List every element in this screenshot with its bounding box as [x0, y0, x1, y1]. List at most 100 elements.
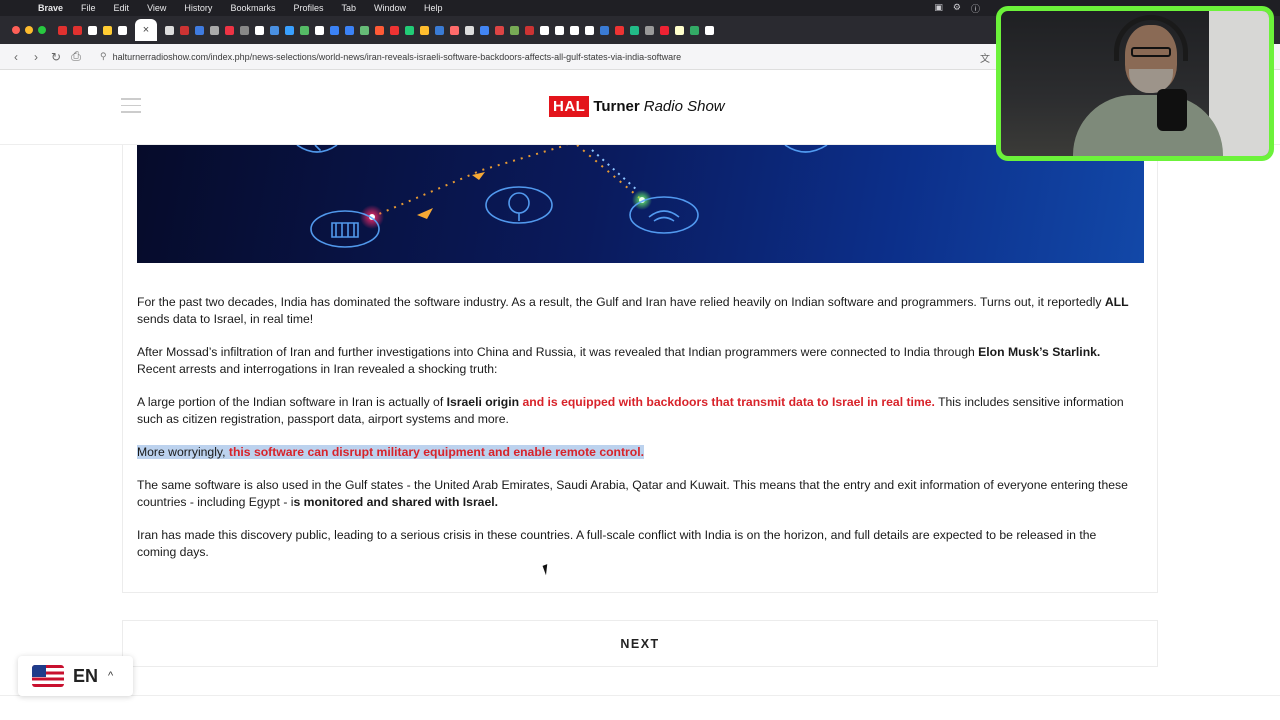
- language-selector[interactable]: EN ^: [18, 656, 133, 696]
- menu-file[interactable]: File: [81, 3, 96, 13]
- forward-icon[interactable]: ›: [26, 50, 46, 64]
- menu-window[interactable]: Window: [374, 3, 406, 13]
- tab-favicon-icon[interactable]: [360, 25, 369, 35]
- back-icon[interactable]: ‹: [6, 50, 26, 64]
- text-span: After Mossad’s infiltration of Iran and …: [137, 345, 979, 359]
- tab-favicon-icon[interactable]: [510, 25, 519, 35]
- url-field[interactable]: ⚲ halturnerradioshow.com/index.php/news-…: [100, 51, 681, 62]
- article-card: For the past two decades, India has domi…: [122, 145, 1158, 593]
- microphone-icon: [1157, 89, 1187, 131]
- tab-favicon-icon[interactable]: [555, 25, 564, 35]
- tab-favicon-icon[interactable]: [180, 25, 189, 35]
- menu-tab[interactable]: Tab: [341, 3, 356, 13]
- status-icons: ▣ ⚙ ⓘ: [934, 2, 980, 15]
- network-illustration: [296, 145, 828, 248]
- site-settings-icon[interactable]: ⚲: [100, 51, 107, 62]
- menu-profiles[interactable]: Profiles: [293, 3, 323, 13]
- tab-favicon-icon[interactable]: [58, 25, 67, 35]
- tab-favicon-icon[interactable]: [103, 25, 112, 35]
- url-text: halturnerradioshow.com/index.php/news-se…: [112, 51, 682, 62]
- tab-favicon-icon[interactable]: [480, 25, 489, 35]
- text-span: More worryingly,: [137, 445, 229, 459]
- footer-divider: [0, 695, 1280, 696]
- menu-help[interactable]: Help: [424, 3, 443, 13]
- red-emphasis-text: and is equipped with backdoors that tran…: [519, 395, 935, 409]
- presenter-body: [1073, 95, 1223, 156]
- bold-text: ALL: [1104, 295, 1129, 309]
- tab-favicon-icon[interactable]: [630, 25, 639, 35]
- article-paragraph-1: For the past two decades, India has domi…: [137, 294, 1137, 328]
- tab-favicon-icon[interactable]: [118, 25, 127, 35]
- tab-favicon-icon[interactable]: [88, 25, 97, 35]
- article-paragraph-2: After Mossad’s infiltration of Iran and …: [137, 344, 1137, 378]
- active-tab[interactable]: ×: [135, 19, 157, 41]
- tab-favicon-icon[interactable]: [465, 25, 474, 35]
- menu-icon[interactable]: [121, 98, 141, 118]
- text-span: The same software is also used in the Gu…: [137, 478, 1128, 509]
- article-paragraph-3: A large portion of the Indian software i…: [137, 394, 1137, 428]
- close-window-button[interactable]: [12, 26, 20, 34]
- menu-history[interactable]: History: [184, 3, 212, 13]
- tab-favicon-icon[interactable]: [525, 25, 534, 35]
- tab-favicon-icon[interactable]: [645, 25, 654, 35]
- webcam-overlay: [996, 6, 1274, 161]
- tab-favicon-icon[interactable]: [690, 25, 699, 35]
- tab-favicon-icon[interactable]: [240, 25, 249, 35]
- tab-favicon-icon[interactable]: [390, 25, 399, 35]
- text-span: A large portion of the Indian software i…: [137, 395, 447, 409]
- reload-icon[interactable]: ↻: [46, 50, 66, 64]
- logo-turner: Turner: [593, 98, 640, 115]
- tab-favicon-icon[interactable]: [540, 25, 549, 35]
- window-controls: [12, 26, 46, 34]
- tab-favicon-icon[interactable]: [435, 25, 444, 35]
- language-code: EN: [73, 665, 99, 686]
- tab-favicon-icon[interactable]: [285, 25, 294, 35]
- menu-view[interactable]: View: [147, 3, 166, 13]
- tab-favicon-icon[interactable]: [300, 25, 309, 35]
- tab-favicon-icon[interactable]: [705, 25, 714, 35]
- tab-favicon-icon[interactable]: [330, 25, 339, 35]
- pinned-tabs: ×: [58, 19, 714, 41]
- settings-icon[interactable]: ⚙: [953, 2, 961, 15]
- text-span: sends data to Israel, in real time!: [137, 312, 314, 326]
- tab-favicon-icon[interactable]: [345, 25, 354, 35]
- us-flag-icon: [32, 665, 64, 687]
- tab-favicon-icon[interactable]: [405, 25, 414, 35]
- tab-favicon-icon[interactable]: [420, 25, 429, 35]
- tab-favicon-icon[interactable]: [315, 25, 324, 35]
- chevron-up-icon: ^: [108, 670, 114, 682]
- tab-favicon-icon[interactable]: [600, 25, 609, 35]
- tab-favicon-icon[interactable]: [165, 25, 174, 35]
- menu-edit[interactable]: Edit: [114, 3, 130, 13]
- tab-favicon-icon[interactable]: [255, 25, 264, 35]
- tab-favicon-icon[interactable]: [195, 25, 204, 35]
- bold-text: Israeli origin: [446, 395, 520, 409]
- article-paragraph-6: Iran has made this discovery public, lea…: [137, 528, 1097, 559]
- info-icon[interactable]: ⓘ: [971, 2, 980, 15]
- tab-favicon-icon[interactable]: [570, 25, 579, 35]
- text-span: For the past two decades, India has domi…: [137, 295, 1105, 309]
- tab-favicon-icon[interactable]: [660, 25, 669, 35]
- tab-favicon-icon[interactable]: [73, 25, 82, 35]
- tab-favicon-icon[interactable]: [585, 25, 594, 35]
- article-body: For the past two decades, India has domi…: [137, 294, 1137, 577]
- tab-favicon-icon[interactable]: [270, 25, 279, 35]
- translate-icon[interactable]: 文: [980, 50, 990, 65]
- bold-text: Elon Musk’s Starlink.: [978, 345, 1101, 359]
- minimize-window-button[interactable]: [25, 26, 33, 34]
- bookmark-icon[interactable]: ⎙: [66, 49, 86, 64]
- menu-bookmarks[interactable]: Bookmarks: [230, 3, 275, 13]
- logo-hal: HAL: [549, 96, 590, 117]
- menu-app-brave[interactable]: Brave: [38, 3, 63, 13]
- tab-favicon-icon[interactable]: [675, 25, 684, 35]
- tab-favicon-icon[interactable]: [615, 25, 624, 35]
- tab-favicon-icon[interactable]: [495, 25, 504, 35]
- zoom-window-button[interactable]: [38, 26, 46, 34]
- tab-favicon-icon[interactable]: [210, 25, 219, 35]
- site-logo[interactable]: HAL Turner Radio Show: [549, 96, 725, 117]
- tab-favicon-icon[interactable]: [375, 25, 384, 35]
- tab-favicon-icon[interactable]: [225, 25, 234, 35]
- screen-record-icon[interactable]: ▣: [934, 2, 943, 15]
- tab-favicon-icon[interactable]: [450, 25, 459, 35]
- next-article-button[interactable]: NEXT: [122, 620, 1158, 667]
